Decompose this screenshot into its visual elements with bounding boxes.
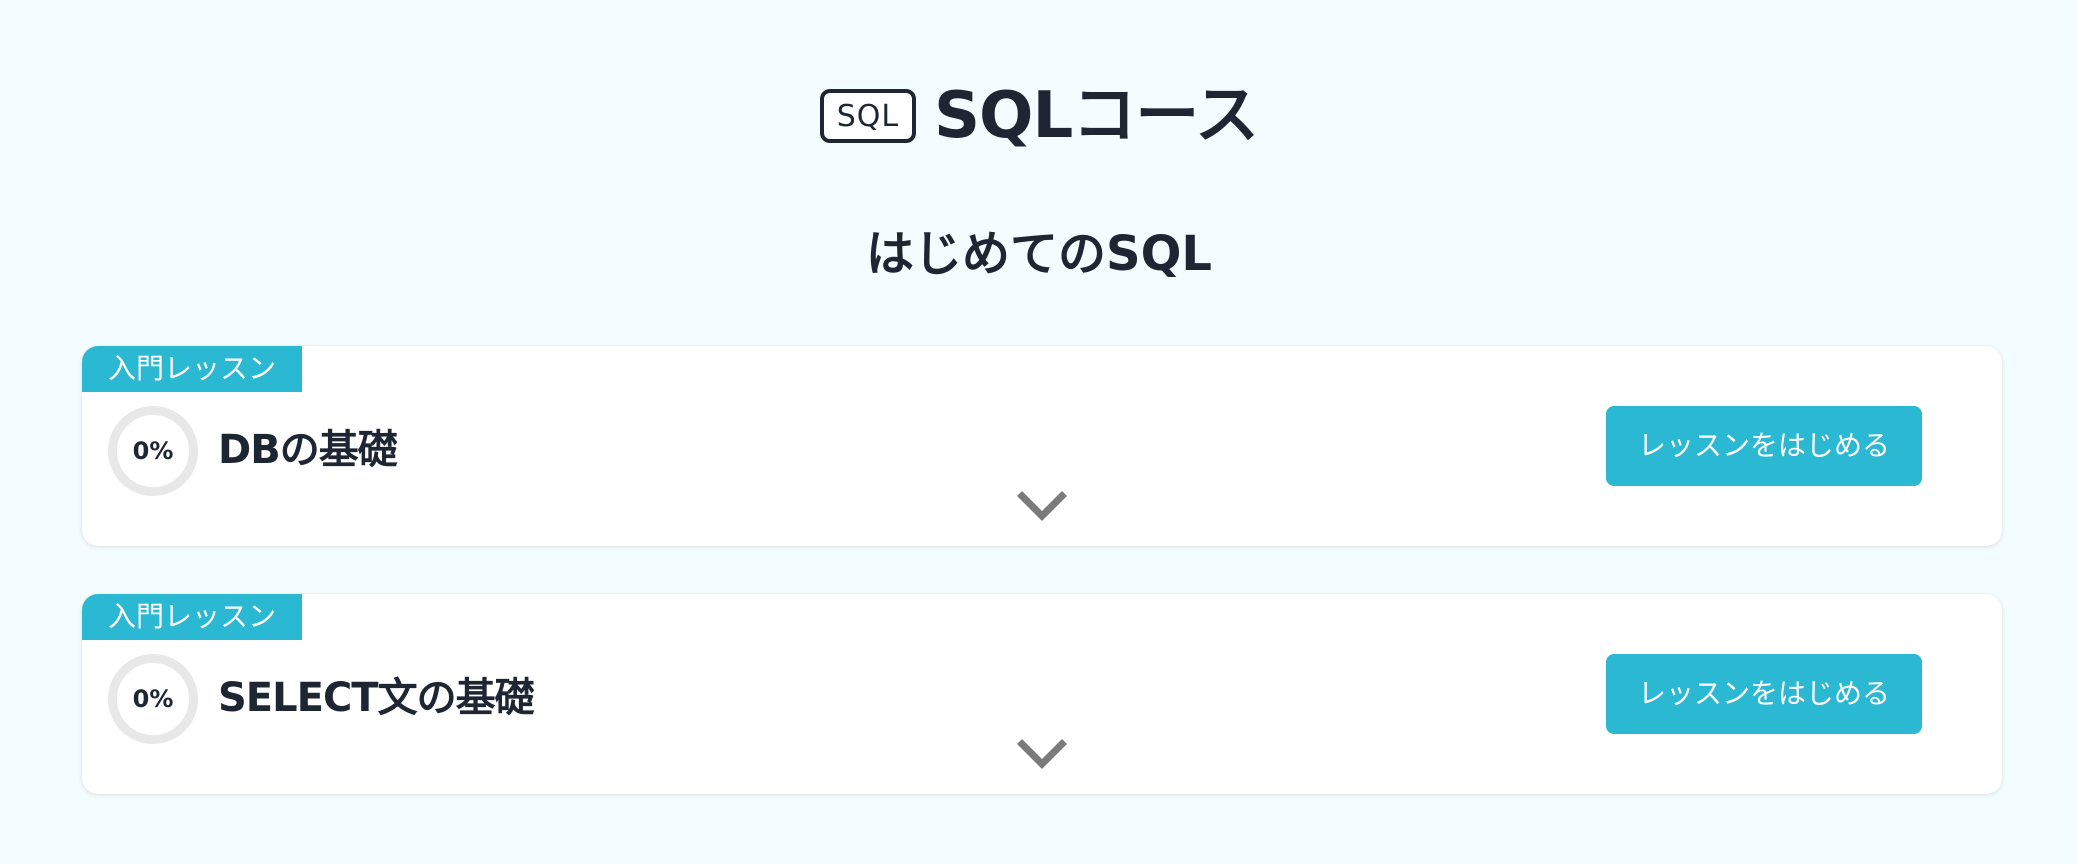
- lesson-title: SELECT文の基礎: [218, 675, 535, 721]
- start-lesson-button[interactable]: レッスンをはじめる: [1606, 406, 1922, 486]
- chevron-down-icon[interactable]: [1016, 738, 1068, 772]
- start-lesson-button[interactable]: レッスンをはじめる: [1606, 654, 1922, 734]
- lesson-tag: 入門レッスン: [82, 594, 302, 640]
- progress-value: 0%: [132, 685, 174, 713]
- progress-value: 0%: [132, 437, 174, 465]
- lesson-tag: 入門レッスン: [82, 346, 302, 392]
- chevron-down-icon[interactable]: [1016, 490, 1068, 524]
- sql-icon: SQL: [819, 89, 916, 143]
- progress-ring: 0%: [108, 406, 198, 496]
- course-page: SQL SQLコース はじめてのSQL 入門レッスン 0% DBの基礎 レッスン…: [0, 0, 2078, 864]
- lesson-title: DBの基礎: [218, 427, 398, 473]
- lesson-card-select-basics[interactable]: 入門レッスン 0% SELECT文の基礎 レッスンをはじめる: [82, 594, 2002, 794]
- course-title: SQLコース: [933, 79, 1259, 153]
- lesson-card-db-basics[interactable]: 入門レッスン 0% DBの基礎 レッスンをはじめる: [82, 346, 2002, 546]
- section-title: はじめてのSQL: [866, 226, 1212, 282]
- progress-ring: 0%: [108, 654, 198, 744]
- course-header: SQL SQLコース: [0, 76, 2078, 156]
